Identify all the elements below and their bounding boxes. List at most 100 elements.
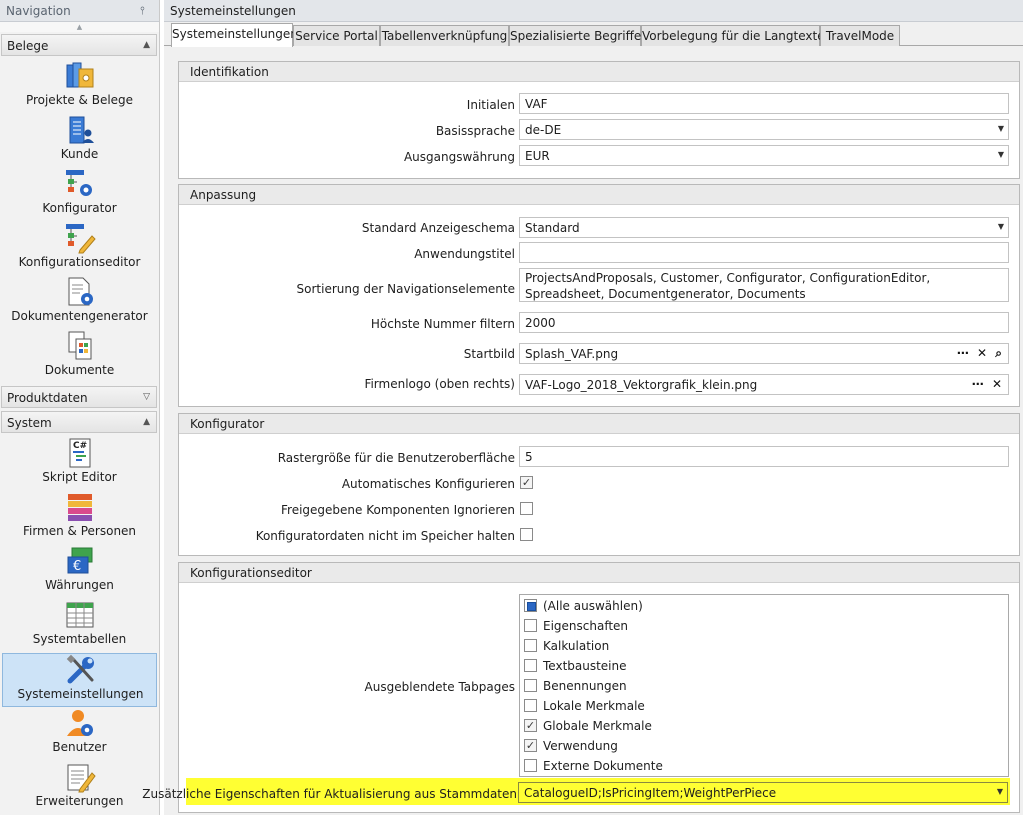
checkbox[interactable] (524, 659, 537, 672)
nav-scroll-up-button[interactable]: ▲ (0, 22, 159, 32)
nav-item-benutzer[interactable]: Benutzer (2, 707, 157, 761)
dropdown-arrow-icon[interactable]: ▼ (998, 124, 1004, 133)
browse-clear-icons[interactable]: ⋯ ✕ (972, 377, 1004, 391)
tab-tabellenverknuepfung[interactable]: Tabellenverknüpfung (380, 25, 509, 46)
checkbox[interactable] (524, 699, 537, 712)
section-konfigurationseditor: Konfigurationseditor Ausgeblendete Tabpa… (178, 562, 1020, 813)
csharp-script-icon: C# (69, 438, 91, 468)
documents-icon (68, 331, 92, 360)
tab-bar: Systemeinstellungen Service Portal Tabel… (164, 22, 1023, 47)
anzeigeschema-dropdown[interactable]: Standard ▼ (519, 217, 1009, 238)
rastergroesse-label: Rastergröße für die Benutzeroberfläche (277, 451, 515, 465)
svg-text:€: € (73, 559, 81, 574)
nav-item-projekte-belege[interactable]: Projekte & Belege (2, 60, 157, 114)
section-title: Anpassung (179, 185, 1019, 205)
speicher-checkbox[interactable] (520, 528, 533, 541)
dropdown-arrow-icon[interactable]: ▼ (997, 787, 1003, 796)
table-icon (66, 602, 94, 628)
checklist-item-label: Globale Merkmale (543, 719, 652, 733)
hoechste-nummer-field[interactable]: 2000 (519, 312, 1009, 333)
settings-panel: Systemeinstellungen Systemeinstellungen … (142, 0, 1023, 815)
section-title-text: Konfigurator (190, 417, 265, 431)
dropdown-arrow-icon[interactable]: ▼ (998, 150, 1004, 159)
auto-konfigurieren-checkbox[interactable]: ✓ (520, 476, 533, 489)
checklist-item-eigenschaften[interactable]: Eigenschaften (524, 617, 1004, 635)
checklist-item-label: Benennungen (543, 679, 627, 693)
field-value: EUR (525, 149, 550, 163)
checklist-item-externe-dokumente[interactable]: Externe Dokumente (524, 757, 1004, 775)
checkbox[interactable] (524, 679, 537, 692)
sortierung-field[interactable]: ProjectsAndProposals, Customer, Configur… (519, 268, 1009, 302)
document-generator-icon (68, 277, 93, 306)
nav-group-produktdaten[interactable]: Produktdaten ▽ (1, 386, 157, 408)
user-settings-icon (67, 710, 93, 736)
nav-item-label: Konfigurationseditor (18, 255, 141, 269)
basissprache-dropdown[interactable]: de-DE ▼ (519, 119, 1009, 140)
configurator-gear-icon (66, 170, 92, 196)
nav-item-firmen-personen[interactable]: Firmen & Personen (2, 491, 157, 545)
nav-item-label: Benutzer (52, 740, 107, 754)
freigegebene-komponenten-label: Freigegebene Komponenten Ignorieren (281, 503, 515, 517)
checklist-item-lokale-merkmale[interactable]: Lokale Merkmale (524, 697, 1004, 715)
checkbox[interactable]: ✓ (524, 739, 537, 752)
select-all-checkbox[interactable] (524, 599, 537, 612)
tab-systemeinstellungen[interactable]: Systemeinstellungen (171, 23, 298, 47)
checklist-item-globale-merkmale[interactable]: ✓ Globale Merkmale (524, 717, 1004, 735)
section-title: Identifikation (179, 62, 1019, 82)
nav-item-dokumentengenerator[interactable]: Dokumentengenerator (2, 276, 157, 330)
nav-group-system[interactable]: System ▲ (1, 411, 157, 433)
nav-group-label: Belege (7, 39, 49, 53)
navigation-panel: Navigation ⫯ ▲ Belege ▲ Projekte & Beleg… (0, 0, 160, 815)
ausgangswaehrung-dropdown[interactable]: EUR ▼ (519, 145, 1009, 166)
checklist-item-textbausteine[interactable]: Textbausteine (524, 657, 1004, 675)
checkbox[interactable] (524, 619, 537, 632)
configuration-editor-pencil-icon (66, 224, 96, 254)
rastergroesse-field[interactable]: 5 (519, 446, 1009, 467)
nav-group-label: Produktdaten (7, 391, 88, 405)
checkbox[interactable]: ✓ (524, 719, 537, 732)
chevron-up-icon: ▲ (143, 40, 150, 50)
navigation-title: Navigation (6, 4, 71, 18)
checklist-item-kalkulation[interactable]: Kalkulation (524, 637, 1004, 655)
tab-spezialisierte-begriffe[interactable]: Spezialisierte Begriffe (509, 25, 641, 46)
nav-item-systemeinstellungen[interactable]: Systemeinstellungen (2, 653, 157, 707)
section-konfigurator: Konfigurator Rastergröße für die Benutze… (178, 413, 1020, 556)
nav-item-erweiterungen[interactable]: Erweiterungen (2, 761, 157, 815)
nav-item-dokumente[interactable]: Dokumente (2, 330, 157, 384)
nav-item-label: Skript Editor (42, 470, 117, 484)
firmenlogo-field[interactable]: VAF-Logo_2018_Vektorgrafik_klein.png ⋯ ✕ (519, 374, 1009, 395)
checklist-item-benennungen[interactable]: Benennungen (524, 677, 1004, 695)
extensions-notepad-icon (67, 764, 96, 793)
checkbox[interactable] (524, 759, 537, 772)
nav-item-kunde[interactable]: Kunde (2, 114, 157, 168)
nav-item-konfigurator[interactable]: Konfigurator (2, 168, 157, 222)
tab-vorbelegung-langtexte[interactable]: Vorbelegung für die Langtexte (641, 25, 825, 46)
tab-travelmode[interactable]: TravelMode (820, 25, 900, 46)
nav-item-systemtabellen[interactable]: Systemtabellen (2, 599, 157, 653)
anwendungstitel-field[interactable] (519, 242, 1009, 263)
checklist-item-alle[interactable]: (Alle auswählen) (524, 597, 1004, 615)
section-title-text: Konfigurationseditor (190, 566, 312, 580)
checkbox[interactable] (524, 639, 537, 652)
nav-group-label: System (7, 416, 52, 430)
browse-clear-search-icons[interactable]: ⋯ ✕ ⌕ (957, 346, 1004, 361)
field-value: de-DE (525, 123, 562, 137)
tab-service-portal[interactable]: Service Portal (293, 25, 380, 46)
pin-icon[interactable]: ⫯ (140, 4, 145, 18)
currency-euro-icon: € (67, 547, 93, 574)
checklist-item-verwendung[interactable]: ✓ Verwendung (524, 737, 1004, 755)
nav-item-waehrungen[interactable]: € Währungen (2, 545, 157, 599)
zusaetzliche-eigenschaften-dropdown[interactable]: CatalogueID;IsPricingItem;WeightPerPiece… (518, 782, 1008, 803)
anwendungstitel-label: Anwendungstitel (414, 247, 515, 261)
startbild-field[interactable]: Splash_VAF.png ⋯ ✕ ⌕ (519, 343, 1009, 364)
section-title-text: Identifikation (190, 65, 269, 79)
customer-building-icon (69, 116, 94, 144)
chevron-up-icon: ▲ (143, 417, 150, 427)
nav-item-konfigurationseditor[interactable]: Konfigurationseditor (2, 222, 157, 276)
nav-group-belege[interactable]: Belege ▲ (1, 34, 157, 56)
freigegebene-komponenten-checkbox[interactable] (520, 502, 533, 515)
initialen-field[interactable]: VAF (519, 93, 1009, 114)
hoechste-nummer-label: Höchste Nummer filtern (370, 317, 515, 331)
dropdown-arrow-icon[interactable]: ▼ (998, 222, 1004, 231)
nav-item-skript-editor[interactable]: C# Skript Editor (2, 437, 157, 491)
